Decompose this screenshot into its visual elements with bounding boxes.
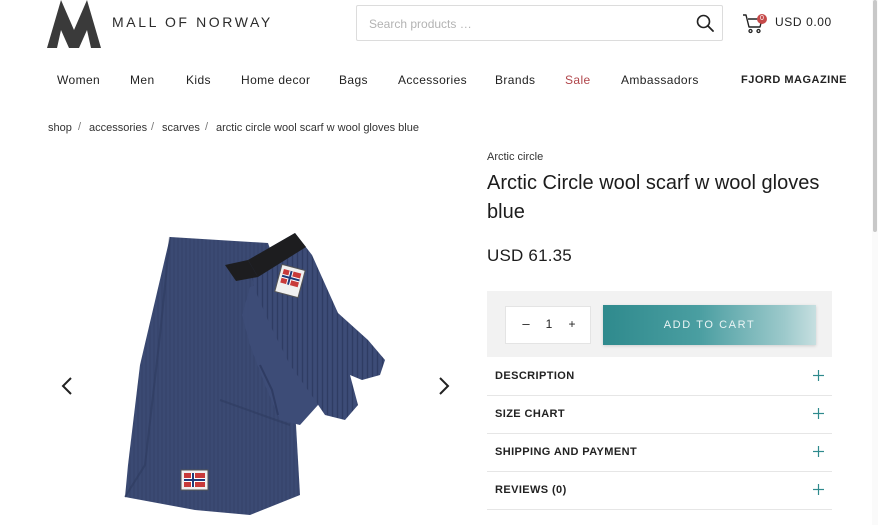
- quantity-decrease-button[interactable]: –: [519, 316, 533, 331]
- accordion-label: REVIEWS (0): [495, 484, 567, 496]
- add-to-cart-button[interactable]: ADD TO CART: [603, 305, 816, 345]
- nav-item-sale[interactable]: Sale: [565, 73, 591, 87]
- accordion-description[interactable]: DESCRIPTION: [487, 358, 832, 396]
- breadcrumb-current: arctic circle wool scarf w wool gloves b…: [216, 122, 419, 134]
- breadcrumb-accessories[interactable]: accessories: [89, 122, 147, 134]
- breadcrumb-shop[interactable]: shop: [48, 122, 72, 134]
- accordion-label: SHIPPING AND PAYMENT: [495, 446, 638, 458]
- product-brand[interactable]: Arctic circle: [487, 151, 543, 163]
- search-input[interactable]: [367, 6, 691, 42]
- nav-item-home-decor[interactable]: Home decor: [241, 73, 310, 87]
- accordion-label: DESCRIPTION: [495, 370, 575, 382]
- quantity-stepper[interactable]: – 1 +: [505, 306, 591, 344]
- nav-item-accessories[interactable]: Accessories: [398, 73, 467, 87]
- nav-item-kids[interactable]: Kids: [186, 73, 211, 87]
- breadcrumb-separator: /: [78, 121, 82, 133]
- nav-item-bags[interactable]: Bags: [339, 73, 368, 87]
- nav-item-ambassadors[interactable]: Ambassadors: [621, 73, 699, 87]
- chevron-right-icon[interactable]: [436, 376, 452, 396]
- nav-item-men[interactable]: Men: [130, 73, 155, 87]
- plus-icon[interactable]: [813, 484, 824, 495]
- breadcrumb-separator: /: [151, 121, 155, 133]
- accordion-shipping-payment[interactable]: SHIPPING AND PAYMENT: [487, 434, 832, 472]
- product-price: USD 61.35: [487, 246, 572, 265]
- plus-icon[interactable]: [813, 446, 824, 457]
- scrollbar-thumb[interactable]: [873, 0, 877, 232]
- breadcrumb-separator: /: [205, 121, 209, 133]
- plus-icon[interactable]: [813, 370, 824, 381]
- logo-icon[interactable]: [47, 0, 101, 48]
- nav-item-fjord-magazine[interactable]: FJORD MAGAZINE: [741, 74, 847, 86]
- plus-icon[interactable]: [813, 408, 824, 419]
- logo-text[interactable]: MALL OF NORWAY: [112, 14, 273, 30]
- breadcrumb-scarves[interactable]: scarves: [162, 122, 200, 134]
- quantity-value[interactable]: 1: [543, 317, 555, 331]
- cart-total[interactable]: USD 0.00: [775, 15, 832, 29]
- chevron-left-icon[interactable]: [59, 376, 75, 396]
- cart-count-badge: 0: [757, 14, 767, 24]
- nav-item-women[interactable]: Women: [57, 73, 100, 87]
- product-image[interactable]: [100, 215, 410, 525]
- search-icon[interactable]: [696, 14, 714, 32]
- quantity-increase-button[interactable]: +: [565, 317, 579, 331]
- accordion-label: SIZE CHART: [495, 408, 565, 420]
- accordion-size-chart[interactable]: SIZE CHART: [487, 396, 832, 434]
- search-bar[interactable]: [356, 5, 723, 42]
- accordion-reviews[interactable]: REVIEWS (0): [487, 472, 832, 510]
- nav-item-brands[interactable]: Brands: [495, 73, 535, 87]
- product-title: Arctic Circle wool scarf w wool gloves b…: [487, 172, 820, 223]
